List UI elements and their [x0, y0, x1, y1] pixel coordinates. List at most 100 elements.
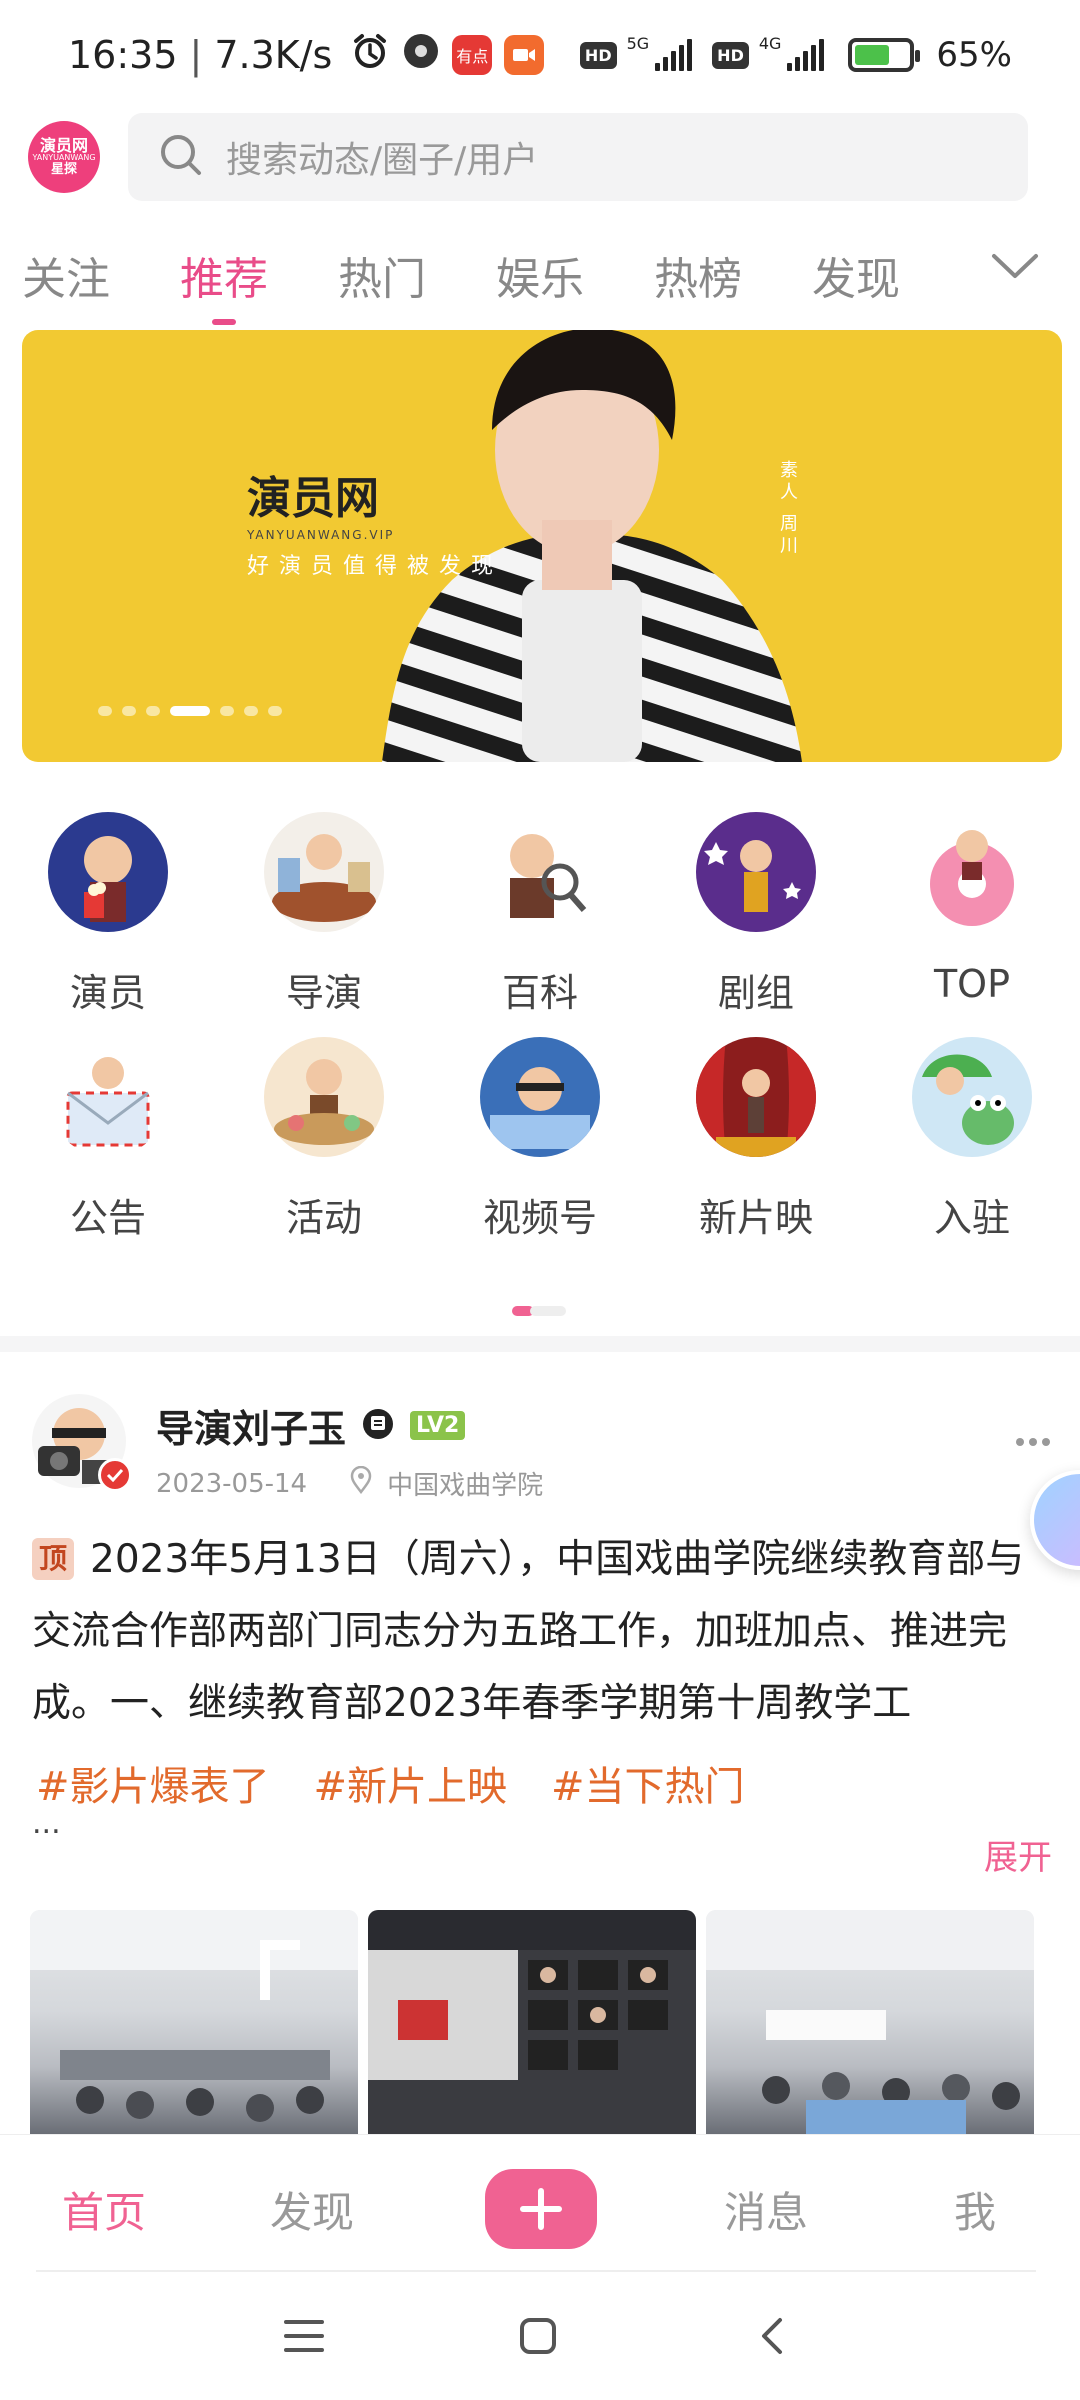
author-name-row: 导演刘子玉 LV2 — [156, 1398, 543, 1453]
hashtag-link[interactable]: #影片爆表了 — [36, 1754, 270, 1812]
hashtag-link[interactable]: #当下热门 — [551, 1754, 745, 1812]
author-info: 导演刘子玉 LV2 2023-05-14 中国戏曲学院 — [156, 1398, 543, 1502]
pager-inactive — [530, 1306, 566, 1316]
category-label: 新片映 — [698, 1196, 813, 1240]
category-notice[interactable]: 公告 — [0, 1037, 216, 1242]
banner-dot[interactable] — [98, 706, 112, 716]
nav-me[interactable]: 我 — [954, 2179, 996, 2240]
status-bar: 16:35 | 7.3K/s 有点 HD 5G HD 4G 65% — [0, 0, 1080, 110]
signal-bars-1-icon — [655, 39, 693, 71]
category-grid: 演员 导演 百科 剧组 TOP 公告 活动 视频号 新片映 入驻 — [0, 812, 1080, 1242]
location-pin-icon — [349, 1465, 373, 1501]
tab-follow[interactable]: 关注 — [22, 243, 110, 307]
category-label: 公告 — [69, 1196, 146, 1240]
tab-hot[interactable]: 热门 — [338, 243, 426, 307]
home-square-icon[interactable] — [518, 2316, 558, 2360]
more-options-icon[interactable] — [1016, 1438, 1050, 1446]
banner-dot[interactable] — [146, 706, 160, 716]
back-icon[interactable] — [758, 2316, 788, 2360]
system-navigation-bar — [0, 2280, 1080, 2400]
category-label: 导演 — [285, 971, 362, 1015]
network-type-1: 5G — [626, 33, 650, 53]
status-net-speed: 7.3K/s — [214, 33, 333, 77]
post-date: 2023-05-14 — [156, 1468, 308, 1499]
post-location[interactable]: 中国戏曲学院 — [387, 1465, 543, 1502]
hashtag-link[interactable]: #新片上映 — [314, 1754, 508, 1812]
banner-vertical-text: 素人 周川 — [777, 460, 798, 558]
banner-title: 演员网 — [247, 473, 379, 524]
nav-discover[interactable]: 发现 — [270, 2179, 354, 2240]
category-director[interactable]: 导演 — [216, 812, 432, 1017]
promo-banner[interactable]: 演员网 YANYUANWANG.VIP 好演员值得被发现 素人 周川 — [22, 330, 1062, 762]
envelope-avatar-icon — [48, 1037, 168, 1157]
category-new-release[interactable]: 新片映 — [648, 1037, 864, 1242]
category-crew[interactable]: 剧组 — [648, 812, 864, 1017]
category-video-channel[interactable]: 视频号 — [432, 1037, 648, 1242]
banner-dot[interactable] — [220, 706, 234, 716]
nav-home[interactable]: 首页 — [62, 2179, 146, 2240]
banner-dot-active[interactable] — [170, 706, 210, 716]
alarm-icon — [350, 31, 390, 80]
banner-dot[interactable] — [268, 706, 282, 716]
nav-divider — [36, 2270, 1036, 2272]
post-image-classroom[interactable] — [30, 1910, 358, 2134]
battery-fill — [855, 45, 890, 65]
tab-recommend[interactable]: 推荐 — [180, 243, 268, 307]
category-activity[interactable]: 活动 — [216, 1037, 432, 1242]
plus-icon — [520, 2188, 562, 2230]
director-desk-icon — [264, 812, 384, 932]
author-name[interactable]: 导演刘子玉 — [156, 1398, 346, 1453]
status-right: HD 5G HD 4G 65% — [579, 33, 1012, 75]
section-divider — [0, 1336, 1080, 1352]
bed-avatar-icon — [480, 1037, 600, 1157]
frog-umbrella-icon — [912, 1037, 1032, 1157]
post-image-lecture-hall[interactable] — [706, 1910, 1034, 2134]
category-join[interactable]: 入驻 — [864, 1037, 1080, 1242]
search-input[interactable]: 搜索动态/圈子/用户 — [128, 113, 1028, 201]
create-post-button[interactable] — [485, 2169, 597, 2249]
post-meta: 2023-05-14 中国戏曲学院 — [156, 1465, 543, 1502]
signal-bars-2-icon — [787, 39, 825, 71]
post-images — [30, 1910, 1034, 2134]
logo-line2: 星探 — [50, 162, 77, 178]
post-text: 2023年5月13日（周六），中国戏曲学院继续教育部与交流合作部两部门同志分为五… — [32, 1537, 1025, 1726]
level-badge: LV2 — [410, 1411, 466, 1440]
post-body[interactable]: 顶 2023年5月13日（周六），中国戏曲学院继续教育部与交流合作部两部门同志分为… — [32, 1524, 1042, 1740]
youdian-icon: 有点 — [452, 35, 493, 75]
search-row: 演员网 YANYUANWANG 星探 搜索动态/圈子/用户 — [0, 112, 1080, 202]
category-wiki[interactable]: 百科 — [432, 812, 648, 1017]
category-label: 入驻 — [933, 1196, 1010, 1240]
chevron-down-icon[interactable] — [990, 250, 1040, 284]
category-top[interactable]: TOP — [864, 812, 1080, 1017]
category-label: TOP — [933, 962, 1011, 1006]
expand-button[interactable]: 展开 — [984, 1830, 1052, 1879]
star-stage-icon — [696, 812, 816, 932]
battery-percent: 65% — [936, 35, 1012, 75]
post-header: 导演刘子玉 LV2 2023-05-14 中国戏曲学院 — [32, 1394, 543, 1502]
banner-dot[interactable] — [244, 706, 258, 716]
category-label: 剧组 — [717, 971, 794, 1015]
category-actor[interactable]: 演员 — [0, 812, 216, 1017]
banner-dot[interactable] — [122, 706, 136, 716]
tab-entertainment[interactable]: 娱乐 — [496, 243, 584, 307]
banner-dots — [98, 706, 282, 716]
app-screen: 16:35 | 7.3K/s 有点 HD 5G HD 4G 65% 演员网 YA… — [0, 0, 1080, 2400]
hd-badge-1: HD — [579, 41, 617, 69]
magnifier-avatar-icon — [480, 812, 600, 932]
nav-messages[interactable]: 消息 — [724, 2179, 808, 2240]
app-notification-icon — [402, 32, 440, 79]
donut-avatar-icon — [912, 812, 1032, 932]
category-pager — [512, 1306, 566, 1316]
avatar[interactable] — [32, 1394, 132, 1492]
tab-hot-list[interactable]: 热榜 — [654, 243, 742, 307]
tab-discover[interactable]: 发现 — [812, 243, 900, 307]
app-logo[interactable]: 演员网 YANYUANWANG 星探 — [28, 121, 100, 193]
hd-badge-2: HD — [712, 41, 749, 69]
post-image-video-meeting[interactable] — [368, 1910, 696, 2134]
post-ellipsis: ... — [32, 1806, 61, 1841]
category-label: 活动 — [285, 1196, 362, 1240]
menu-icon[interactable] — [282, 2316, 326, 2360]
category-label: 视频号 — [482, 1196, 597, 1240]
category-label: 百科 — [501, 971, 578, 1015]
video-app-icon — [504, 35, 545, 75]
